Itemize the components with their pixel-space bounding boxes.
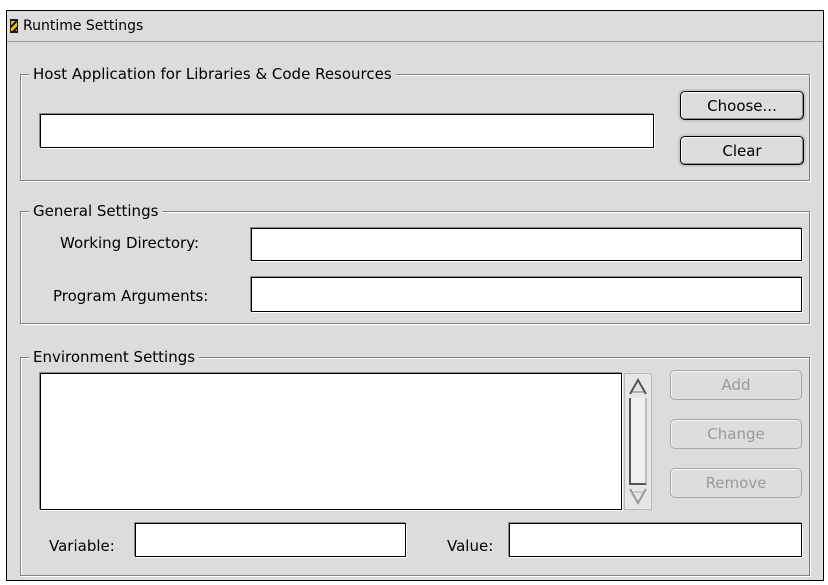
- value-label: Value:: [447, 537, 494, 555]
- value-field[interactable]: [509, 523, 802, 557]
- scroll-track[interactable]: [629, 398, 647, 485]
- environment-variables-list[interactable]: [40, 373, 622, 510]
- program-arguments-field[interactable]: [251, 277, 802, 312]
- choose-button[interactable]: Choose...: [680, 91, 804, 120]
- variable-label: Variable:: [49, 537, 115, 555]
- working-directory-field[interactable]: [251, 228, 802, 261]
- working-directory-label: Working Directory:: [60, 234, 200, 252]
- window-title: Runtime Settings: [23, 18, 144, 34]
- variable-field[interactable]: [135, 523, 406, 557]
- scroll-down-arrow-icon[interactable]: [625, 485, 651, 507]
- environment-list-scrollbar[interactable]: [624, 373, 652, 510]
- host-application-group-label: Host Application for Libraries & Code Re…: [29, 64, 396, 84]
- app-icon: [10, 19, 18, 33]
- host-application-path-field[interactable]: [40, 114, 654, 148]
- scroll-up-arrow-icon[interactable]: [625, 376, 651, 398]
- title-bar[interactable]: Runtime Settings: [7, 11, 823, 42]
- add-button[interactable]: Add: [670, 370, 802, 400]
- general-settings-group-label: General Settings: [29, 201, 163, 221]
- remove-button[interactable]: Remove: [670, 468, 802, 498]
- clear-button[interactable]: Clear: [680, 136, 804, 165]
- change-button[interactable]: Change: [670, 419, 802, 449]
- program-arguments-label: Program Arguments:: [53, 287, 209, 305]
- environment-settings-group-label: Environment Settings: [29, 347, 200, 367]
- runtime-settings-window: Runtime Settings Host Application for Li…: [6, 10, 824, 581]
